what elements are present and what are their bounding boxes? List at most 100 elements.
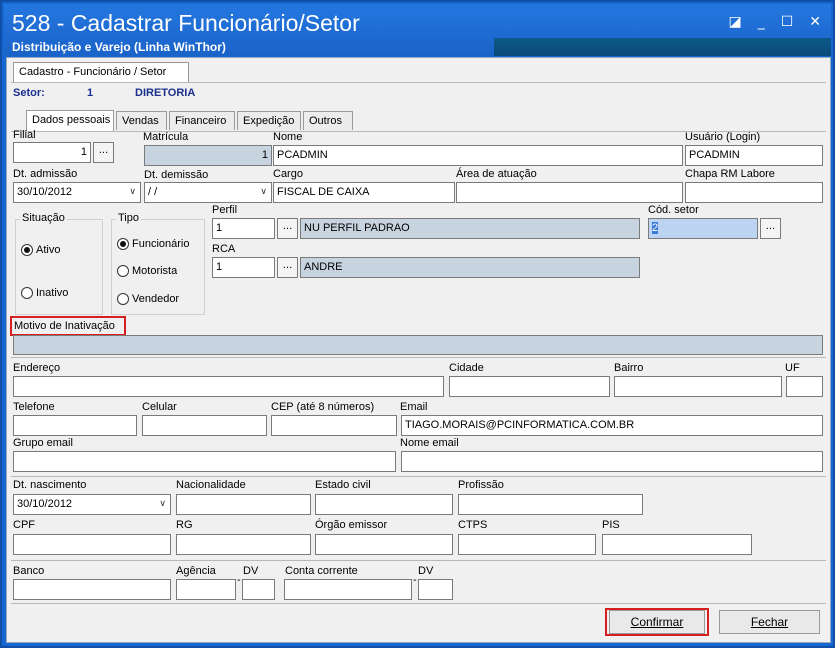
- filial-label: Filial: [13, 129, 36, 141]
- tab-dados-pessoais[interactable]: Dados pessoais: [26, 110, 114, 131]
- rg-label: RG: [176, 519, 193, 531]
- endereco-label: Endereço: [13, 362, 61, 374]
- minimize-icon[interactable]: _: [758, 14, 765, 30]
- filial-lookup-button[interactable]: ...: [93, 142, 114, 163]
- cep-field[interactable]: [271, 415, 397, 436]
- tab-cadastro[interactable]: Cadastro - Funcionário / Setor: [13, 62, 189, 82]
- dt-nascimento-field[interactable]: 30/10/2012 ∨: [13, 494, 171, 515]
- maximize-icon[interactable]: ☐: [781, 14, 794, 30]
- confirmar-button[interactable]: Confirmar: [609, 610, 705, 634]
- profissao-label: Profissão: [458, 479, 504, 491]
- situacao-ativo-radio[interactable]: Ativo: [21, 244, 60, 256]
- perfil-code-field[interactable]: 1: [212, 218, 275, 239]
- perfil-lookup-button[interactable]: ...: [277, 218, 298, 239]
- profissao-field[interactable]: [458, 494, 643, 515]
- rg-field[interactable]: [176, 534, 311, 555]
- email-label: Email: [400, 401, 428, 413]
- setor-name: DIRETORIA: [135, 87, 196, 99]
- nacionalidade-field[interactable]: [176, 494, 311, 515]
- divider: [11, 603, 826, 604]
- chevron-down-icon[interactable]: ∨: [159, 498, 166, 509]
- endereco-field[interactable]: [13, 376, 444, 397]
- ctps-field[interactable]: [458, 534, 596, 555]
- dv1-field[interactable]: [242, 579, 275, 600]
- estado-civil-field[interactable]: [315, 494, 453, 515]
- tab-expedicao[interactable]: Expedição: [237, 111, 301, 130]
- filial-field[interactable]: 1: [13, 142, 91, 163]
- dt-admissao-value: 30/10/2012: [17, 186, 73, 198]
- nome-field[interactable]: PCADMIN: [273, 145, 683, 166]
- nome-email-field[interactable]: [401, 451, 823, 472]
- chevron-down-icon[interactable]: ∨: [260, 186, 267, 197]
- chevron-down-icon[interactable]: ∨: [129, 186, 136, 197]
- dv1-label: DV: [243, 565, 259, 577]
- radio-icon: [117, 265, 129, 277]
- radio-selected-icon: [117, 238, 129, 250]
- funcionario-label: Funcionário: [132, 238, 190, 250]
- pis-field[interactable]: [602, 534, 752, 555]
- rca-code-field[interactable]: 1: [212, 257, 275, 278]
- telefone-field[interactable]: [13, 415, 137, 436]
- orgao-emissor-field[interactable]: [315, 534, 453, 555]
- window-controls: ◪ _ ☐ ✕: [728, 14, 821, 30]
- cod-setor-lookup-button[interactable]: ...: [760, 218, 781, 239]
- tipo-vendedor-radio[interactable]: Vendedor: [117, 293, 179, 305]
- email-field[interactable]: TIAGO.MORAIS@PCINFORMATICA.COM.BR: [401, 415, 823, 436]
- cidade-field[interactable]: [449, 376, 610, 397]
- dt-demissao-field[interactable]: / / ∨: [144, 182, 272, 203]
- motorista-label: Motorista: [132, 265, 178, 277]
- conta-corrente-label: Conta corrente: [285, 565, 358, 577]
- bairro-field[interactable]: [614, 376, 782, 397]
- window-subtitle: Distribuição e Varejo (Linha WinThor): [12, 40, 226, 54]
- chapa-field[interactable]: [685, 182, 823, 203]
- agencia-field[interactable]: [176, 579, 236, 600]
- restore-icon[interactable]: ◪: [728, 14, 741, 30]
- title-bar: 528 - Cadastrar Funcionário/Setor Distri…: [4, 4, 831, 56]
- tab-outros[interactable]: Outros: [303, 111, 353, 130]
- app-window: 528 - Cadastrar Funcionário/Setor Distri…: [0, 0, 835, 648]
- celular-label: Celular: [142, 401, 177, 413]
- agencia-dash: -: [237, 574, 241, 586]
- conta-dash: -: [413, 574, 417, 586]
- radio-icon: [117, 293, 129, 305]
- uf-field[interactable]: [786, 376, 823, 397]
- nome-label: Nome: [273, 131, 303, 143]
- perfil-label: Perfil: [212, 204, 238, 216]
- cargo-label: Cargo: [273, 168, 303, 180]
- cod-setor-field[interactable]: 2: [648, 218, 758, 239]
- ctps-label: CTPS: [458, 519, 488, 531]
- tab-financeiro[interactable]: Financeiro: [169, 111, 235, 130]
- cargo-field[interactable]: FISCAL DE CAIXA: [273, 182, 455, 203]
- chapa-label: Chapa RM Labore: [685, 168, 775, 180]
- ativo-label: Ativo: [36, 244, 61, 256]
- dv2-field[interactable]: [418, 579, 453, 600]
- close-icon[interactable]: ✕: [809, 14, 821, 30]
- situacao-inativo-radio[interactable]: Inativo: [21, 287, 68, 299]
- nacionalidade-label: Nacionalidade: [176, 479, 246, 491]
- title-bar-stripe: [494, 38, 831, 56]
- fechar-button[interactable]: Fechar: [719, 610, 820, 634]
- tipo-motorista-radio[interactable]: Motorista: [117, 265, 177, 277]
- motivo-inativacao-label: Motivo de Inativação: [14, 320, 115, 332]
- cep-label: CEP (até 8 números): [271, 401, 375, 413]
- area-atuacao-field[interactable]: [456, 182, 683, 203]
- celular-field[interactable]: [142, 415, 267, 436]
- tipo-funcionario-radio[interactable]: Funcionário: [117, 238, 189, 250]
- grupo-email-field[interactable]: [13, 451, 396, 472]
- telefone-label: Telefone: [13, 401, 55, 413]
- setor-label: Setor:: [13, 87, 45, 99]
- area-atuacao-label: Área de atuação: [456, 168, 537, 180]
- dt-nascimento-label: Dt. nascimento: [13, 479, 87, 491]
- dt-demissao-label: Dt. demissão: [144, 169, 209, 181]
- conta-corrente-field[interactable]: [284, 579, 412, 600]
- dt-admissao-field[interactable]: 30/10/2012 ∨: [13, 182, 141, 203]
- situacao-label: Situação: [20, 212, 67, 224]
- motivo-inativacao-field: [13, 335, 823, 355]
- usuario-field[interactable]: PCADMIN: [685, 145, 823, 166]
- cpf-field[interactable]: [13, 534, 171, 555]
- tab-vendas[interactable]: Vendas: [116, 111, 167, 130]
- cpf-label: CPF: [13, 519, 35, 531]
- rca-lookup-button[interactable]: ...: [277, 257, 298, 278]
- cidade-label: Cidade: [449, 362, 484, 374]
- banco-field[interactable]: [13, 579, 171, 600]
